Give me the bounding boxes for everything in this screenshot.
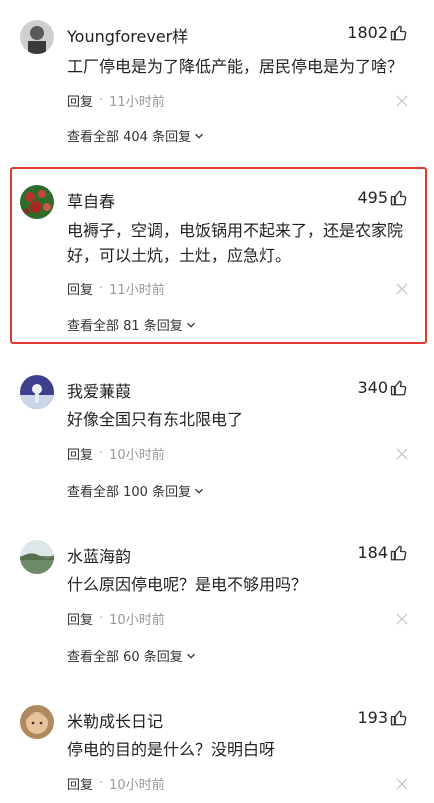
reply-button[interactable]: 回复 bbox=[67, 774, 93, 793]
comment-meta: 回复 · 11小时前 bbox=[67, 279, 165, 298]
view-all-replies[interactable]: 查看全部 404 条回复 bbox=[67, 126, 204, 145]
view-all-replies[interactable]: 查看全部 81 条回复 bbox=[67, 315, 196, 334]
view-all-replies[interactable]: 查看全部 100 条回复 bbox=[67, 481, 204, 500]
like-count: 340 bbox=[357, 378, 388, 397]
timestamp: 11小时前 bbox=[109, 95, 165, 110]
timestamp: 11小时前 bbox=[109, 283, 165, 298]
timestamp: 10小时前 bbox=[109, 448, 165, 463]
username[interactable]: 草自春 bbox=[67, 188, 115, 212]
reply-button[interactable]: 回复 bbox=[67, 444, 93, 463]
view-all-label: 查看全部 60 条回复 bbox=[67, 650, 183, 665]
avatar[interactable] bbox=[20, 705, 54, 739]
timestamp: 10小时前 bbox=[109, 778, 165, 793]
comment-text: 好像全国只有东北限电了 bbox=[67, 410, 244, 429]
view-all-label: 查看全部 100 条回复 bbox=[67, 485, 192, 500]
chevron-down-icon bbox=[195, 488, 204, 494]
timestamp: 10小时前 bbox=[109, 613, 165, 628]
comment-meta: 回复 · 10小时前 bbox=[67, 609, 165, 628]
username[interactable]: 水蓝海韵 bbox=[67, 543, 131, 567]
like-count: 184 bbox=[357, 543, 388, 562]
view-all-label: 查看全部 404 条回复 bbox=[67, 130, 192, 145]
like-count: 1802 bbox=[347, 23, 388, 42]
username[interactable]: 我爱蒹葭 bbox=[67, 378, 131, 402]
close-icon[interactable] bbox=[396, 95, 408, 107]
like-button[interactable]: 495 bbox=[357, 188, 408, 207]
thumbs-up-icon bbox=[390, 25, 407, 40]
view-all-label: 查看全部 81 条回复 bbox=[67, 319, 183, 334]
like-button[interactable]: 184 bbox=[357, 543, 408, 562]
reply-button[interactable]: 回复 bbox=[67, 609, 93, 628]
separator: · bbox=[99, 611, 104, 626]
close-icon[interactable] bbox=[396, 448, 408, 460]
thumbs-up-icon bbox=[390, 190, 407, 205]
close-icon[interactable] bbox=[396, 283, 408, 295]
comment-text: 停电的目的是什么？没明白呀 bbox=[67, 740, 276, 759]
chevron-down-icon bbox=[195, 133, 204, 139]
reply-button[interactable]: 回复 bbox=[67, 279, 93, 298]
thumbs-up-icon bbox=[390, 380, 407, 395]
comment-meta: 回复 · 10小时前 bbox=[67, 774, 165, 793]
avatar[interactable] bbox=[20, 185, 54, 219]
close-icon[interactable] bbox=[396, 613, 408, 625]
separator: · bbox=[99, 776, 104, 791]
username[interactable]: 米勒成长日记 bbox=[67, 708, 163, 732]
like-count: 193 bbox=[357, 708, 388, 727]
reply-button[interactable]: 回复 bbox=[67, 91, 93, 110]
comment-meta: 回复 · 11小时前 bbox=[67, 91, 165, 110]
avatar[interactable] bbox=[20, 20, 54, 54]
separator: · bbox=[99, 93, 104, 108]
like-button[interactable]: 340 bbox=[357, 378, 408, 397]
comment-meta: 回复 · 10小时前 bbox=[67, 444, 165, 463]
thumbs-up-icon bbox=[390, 710, 407, 725]
comment-text: 电褥子，空调，电饭锅用不起来了，还是农家院好，可以土炕，土灶，应急灯。 bbox=[67, 221, 404, 265]
like-button[interactable]: 193 bbox=[357, 708, 408, 727]
comment-text: 工厂停电是为了降低产能，居民停电是为了啥？ bbox=[67, 57, 404, 76]
chevron-down-icon bbox=[186, 653, 195, 659]
avatar[interactable] bbox=[20, 375, 54, 409]
close-icon[interactable] bbox=[396, 778, 408, 790]
like-button[interactable]: 1802 bbox=[347, 23, 408, 42]
comment-text: 什么原因停电呢？是电不够用吗？ bbox=[67, 575, 308, 594]
thumbs-up-icon bbox=[390, 545, 407, 560]
view-all-replies[interactable]: 查看全部 60 条回复 bbox=[67, 646, 196, 665]
username[interactable]: Youngforever样 bbox=[67, 23, 188, 47]
like-count: 495 bbox=[357, 188, 388, 207]
chevron-down-icon bbox=[186, 322, 195, 328]
separator: · bbox=[99, 281, 104, 296]
avatar[interactable] bbox=[20, 540, 54, 574]
separator: · bbox=[99, 446, 104, 461]
